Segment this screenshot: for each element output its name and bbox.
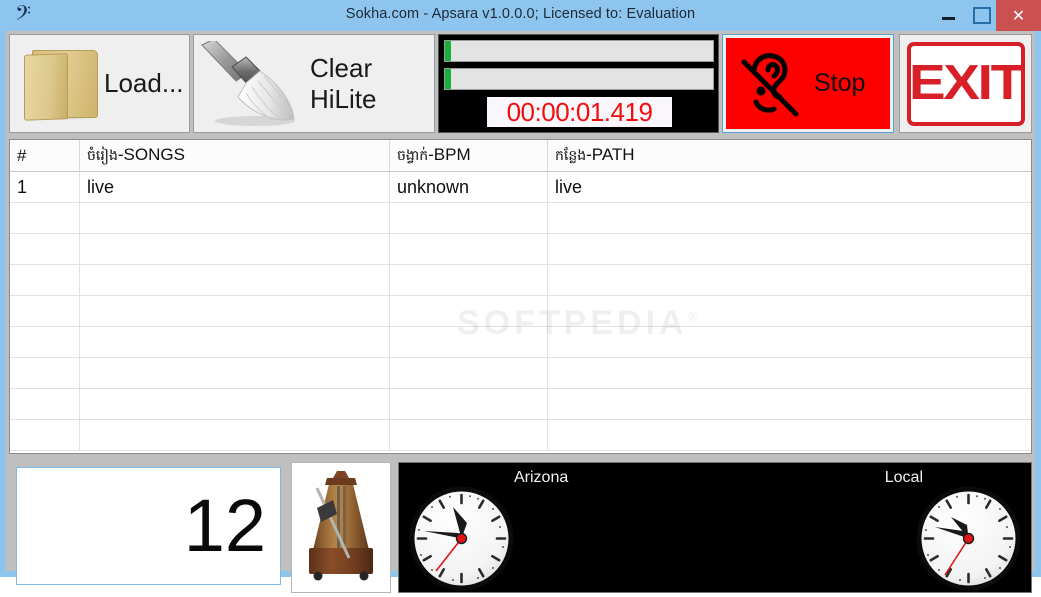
close-icon: ✕ <box>1011 5 1026 25</box>
clock-arizona <box>408 485 515 597</box>
deaf-ear-icon <box>732 46 808 122</box>
exit-sign: EXIT <box>906 41 1025 126</box>
cell-song: live <box>79 171 390 203</box>
exit-button-label: EXIT <box>908 56 1024 110</box>
maximize-icon <box>973 7 991 24</box>
table-row[interactable] <box>10 326 1031 358</box>
column-header-bpm[interactable]: ចង្វាក់-BPM <box>389 140 548 172</box>
close-button[interactable]: ✕ <box>996 0 1041 31</box>
maximize-button[interactable] <box>965 0 999 31</box>
cell-path <box>547 202 1031 234</box>
client-area: Load... Clear HiLite 00:00:01.419 Stop E… <box>6 31 1035 593</box>
cell-bpm <box>389 202 548 234</box>
timer-readout: 00:00:01.419 <box>487 97 672 127</box>
cell-path <box>547 357 1031 389</box>
toolbar: Load... Clear HiLite 00:00:01.419 Stop E… <box>9 34 1032 135</box>
cell-bpm <box>389 357 548 389</box>
progress-bar-2 <box>444 68 714 90</box>
cell-number <box>10 264 80 296</box>
cell-path <box>547 233 1031 265</box>
cell-number <box>10 326 80 358</box>
column-header-path-label: -PATH <box>586 144 635 164</box>
brush-icon <box>200 37 310 127</box>
cell-path: live <box>547 171 1031 203</box>
cell-path <box>547 326 1031 358</box>
column-header-songs[interactable]: ចំរៀង-SONGS <box>79 140 390 172</box>
table-row[interactable] <box>10 388 1031 420</box>
cell-song <box>79 326 390 358</box>
app-window: 𝄢 Sokha.com - Apsara v1.0.0.0; Licensed … <box>0 0 1041 593</box>
exit-button[interactable]: EXIT <box>899 34 1032 133</box>
window-title: Sokha.com - Apsara v1.0.0.0; Licensed to… <box>345 6 696 22</box>
column-header-songs-label: -SONGS <box>117 144 185 164</box>
bpm-value: 12 <box>183 484 266 567</box>
timer-panel: 00:00:01.419 <box>438 34 719 133</box>
cell-number <box>10 419 80 451</box>
column-header-path[interactable]: កន្លែង-PATH <box>547 140 1031 172</box>
column-header-bpm-khmer: ចង្វាក់ <box>397 147 429 164</box>
cell-bpm <box>389 264 548 296</box>
cell-bpm <box>389 419 548 451</box>
folder-icon <box>20 46 104 122</box>
clock-arizona-label: Arizona <box>514 469 569 486</box>
cell-path <box>547 388 1031 420</box>
cell-number <box>10 388 80 420</box>
stop-button[interactable]: Stop <box>722 34 894 133</box>
table-row[interactable] <box>10 357 1031 389</box>
cell-number <box>10 202 80 234</box>
progress-bar-2-fill <box>445 69 451 89</box>
table-row[interactable] <box>10 419 1031 451</box>
cell-number <box>10 357 80 389</box>
progress-bar-1-fill <box>445 41 451 61</box>
cell-song <box>79 388 390 420</box>
grid-header-row: # ចំរៀង-SONGS ចង្វាក់-BPM កន្លែង-PATH <box>10 140 1031 172</box>
table-row[interactable] <box>10 264 1031 296</box>
column-header-songs-khmer: ចំរៀង <box>87 147 118 164</box>
cell-bpm <box>389 326 548 358</box>
cell-bpm: unknown <box>389 171 548 203</box>
cell-number <box>10 295 80 327</box>
table-row[interactable] <box>10 233 1031 265</box>
cell-song <box>79 295 390 327</box>
minimize-button[interactable] <box>931 0 965 31</box>
clear-hilite-button[interactable]: Clear HiLite <box>193 34 435 133</box>
playlist-grid[interactable]: # ចំរៀង-SONGS ចង្វាក់-BPM កន្លែង-PATH 1 … <box>9 139 1032 454</box>
load-button-label: Load... <box>104 68 184 98</box>
column-header-number[interactable]: # <box>10 140 80 172</box>
metronome-panel <box>291 462 391 593</box>
load-button[interactable]: Load... <box>9 34 190 133</box>
cell-bpm <box>389 295 548 327</box>
bpm-display-field[interactable]: 12 <box>16 467 281 585</box>
metronome-icon <box>299 466 383 589</box>
cell-song <box>79 357 390 389</box>
clear-hilite-label: Clear HiLite <box>310 52 377 114</box>
cell-song <box>79 419 390 451</box>
cell-song <box>79 233 390 265</box>
cell-path <box>547 295 1031 327</box>
cell-number <box>10 233 80 265</box>
cell-path <box>547 419 1031 451</box>
table-row[interactable]: 1 live unknown live <box>10 171 1031 203</box>
column-header-bpm-label: -BPM <box>428 144 471 164</box>
clock-local <box>915 485 1022 597</box>
cell-path <box>547 264 1031 296</box>
table-row[interactable] <box>10 202 1031 234</box>
title-bar: 𝄢 Sokha.com - Apsara v1.0.0.0; Licensed … <box>0 0 1041 31</box>
column-header-path-khmer: កន្លែង <box>555 147 587 164</box>
grid-body: 1 live unknown live <box>10 171 1031 451</box>
stop-button-label: Stop <box>814 69 866 97</box>
cell-bpm <box>389 388 548 420</box>
cell-song <box>79 264 390 296</box>
table-row[interactable] <box>10 295 1031 327</box>
progress-bar-1 <box>444 40 714 62</box>
clock-panel: Arizona Local <box>398 462 1032 593</box>
cell-song <box>79 202 390 234</box>
column-header-number-label: # <box>17 145 27 165</box>
cell-bpm <box>389 233 548 265</box>
minimize-icon <box>941 17 955 20</box>
cell-number: 1 <box>10 171 80 203</box>
